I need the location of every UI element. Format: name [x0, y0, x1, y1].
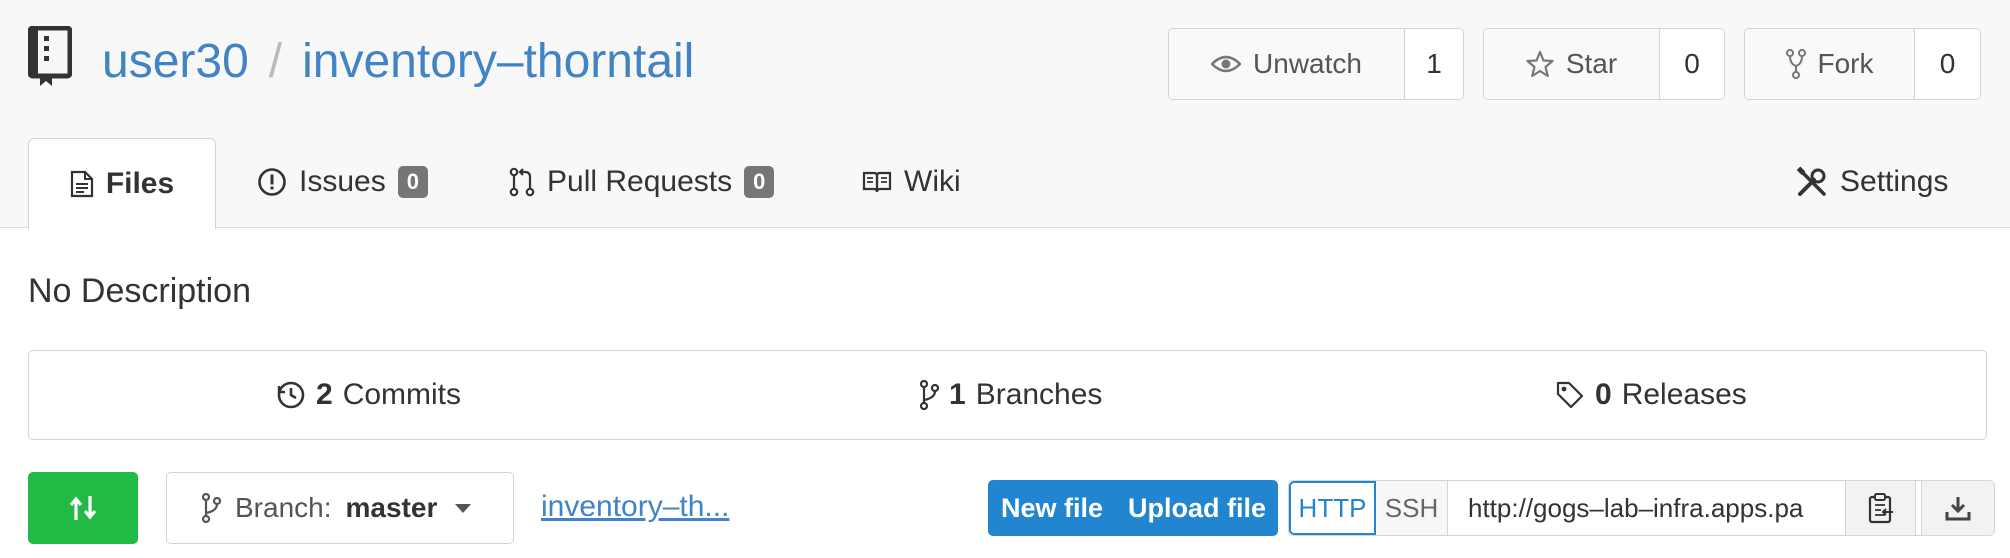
breadcrumb-repo-link[interactable]: inventory–th... — [541, 490, 729, 524]
tab-pull-requests[interactable]: Pull Requests 0 — [509, 165, 775, 199]
repo-name-link[interactable]: inventory–thorntail — [302, 35, 694, 88]
repo-book-icon — [28, 26, 72, 86]
fork-button-group: Fork 0 — [1744, 28, 1981, 100]
tab-wiki[interactable]: Wiki — [862, 165, 961, 199]
star-label: Star — [1565, 48, 1618, 79]
download-archive-button[interactable] — [1922, 481, 1994, 535]
issue-icon — [258, 168, 286, 196]
repo-owner-link[interactable]: user30 — [102, 35, 249, 88]
tab-files[interactable]: Files — [28, 138, 216, 229]
clone-url-group: HTTP SSH http://gogs–lab–infra.apps.pa — [1288, 480, 1995, 536]
current-branch-name: master — [345, 492, 438, 523]
watchers-count[interactable]: 1 — [1405, 29, 1463, 99]
star-icon — [1526, 50, 1554, 78]
branches-label: Branches — [975, 378, 1103, 411]
tab-issues[interactable]: Issues 0 — [257, 165, 428, 199]
repo-stats-bar: 2 Commits 1 Branches 0 Releases — [28, 350, 1987, 440]
issues-count-badge: 0 — [397, 166, 428, 198]
tools-icon — [1796, 166, 1826, 196]
repo-title: user30 / inventory–thorntail — [102, 30, 694, 94]
releases-stat[interactable]: 0 Releases — [1555, 351, 1747, 439]
compare-icon — [69, 496, 97, 520]
fork-button[interactable]: Fork — [1745, 29, 1915, 99]
file-actions-group: New file Upload file — [988, 480, 1278, 536]
commits-stat[interactable]: 2 Commits — [276, 351, 461, 439]
branches-count: 1 — [949, 378, 966, 411]
commits-count: 2 — [316, 378, 333, 411]
upload-file-button[interactable]: Upload file — [1116, 480, 1278, 536]
releases-count: 0 — [1595, 378, 1612, 411]
star-button-group: Star 0 — [1483, 28, 1725, 100]
repo-description: No Description — [28, 272, 251, 310]
eye-icon — [1211, 55, 1242, 73]
pull-request-icon — [509, 167, 535, 197]
tab-files-label: Files — [105, 167, 175, 200]
history-icon — [277, 381, 305, 409]
unwatch-button[interactable]: Unwatch — [1169, 29, 1405, 99]
clipboard-icon — [1868, 493, 1893, 524]
branch-dropdown[interactable]: Branch: master — [166, 472, 514, 544]
compare-button[interactable] — [28, 472, 138, 544]
tab-settings[interactable]: Settings — [1796, 165, 1948, 199]
commits-label: Commits — [342, 378, 462, 411]
star-button[interactable]: Star — [1484, 29, 1660, 99]
fork-icon — [1785, 49, 1806, 79]
clone-http-button[interactable]: HTTP — [1289, 481, 1376, 535]
releases-label: Releases — [1621, 378, 1747, 411]
watch-button-group: Unwatch 1 — [1168, 28, 1464, 100]
tag-icon — [1556, 381, 1584, 409]
forks-count[interactable]: 0 — [1915, 29, 1980, 99]
branch-icon — [919, 380, 939, 410]
book-icon — [862, 171, 892, 193]
branches-stat[interactable]: 1 Branches — [919, 351, 1102, 439]
branch-prefix: Branch: — [235, 492, 332, 523]
clone-url-input[interactable]: http://gogs–lab–infra.apps.pa — [1448, 481, 1846, 535]
tab-wiki-label: Wiki — [904, 165, 961, 198]
caret-down-icon — [455, 503, 472, 513]
fork-label: Fork — [1817, 48, 1874, 79]
tab-pull-requests-label: Pull Requests — [547, 165, 733, 198]
tab-issues-label: Issues — [299, 165, 386, 198]
unwatch-label: Unwatch — [1253, 48, 1362, 79]
repo-title-separator: / — [268, 35, 283, 88]
tab-settings-label: Settings — [1840, 165, 1949, 198]
clone-ssh-button[interactable]: SSH — [1376, 481, 1448, 535]
pull-requests-count-badge: 0 — [744, 166, 775, 198]
file-text-icon — [70, 170, 93, 198]
new-file-button[interactable]: New file — [988, 480, 1116, 536]
stars-count[interactable]: 0 — [1660, 29, 1724, 99]
copy-url-button[interactable] — [1846, 481, 1916, 535]
branch-icon — [201, 493, 221, 523]
download-icon — [1945, 497, 1971, 521]
